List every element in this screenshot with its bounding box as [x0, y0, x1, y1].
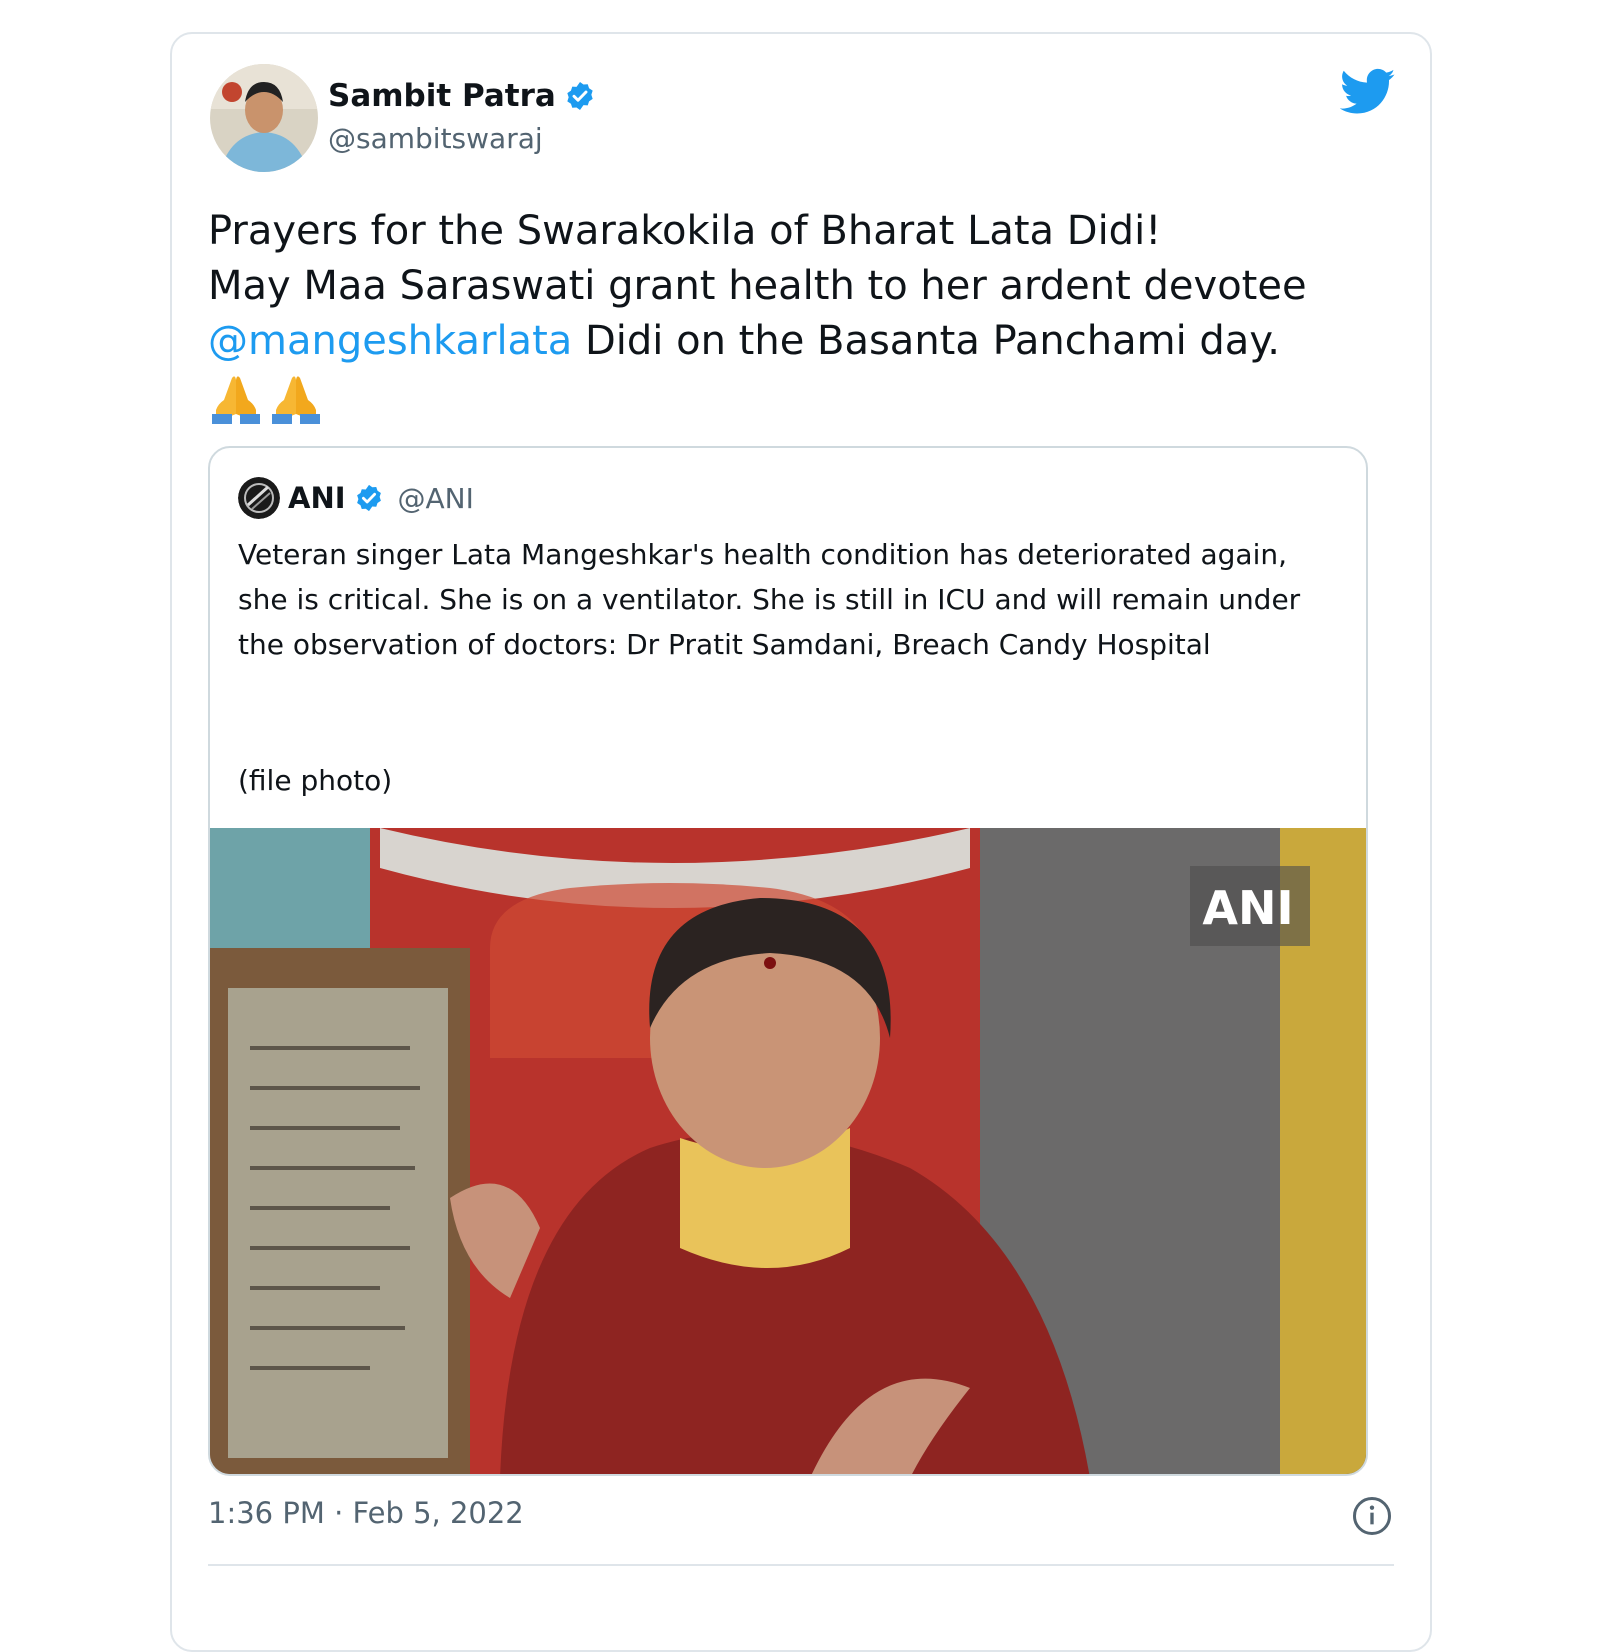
divider	[208, 1564, 1394, 1566]
twitter-bird-icon[interactable]	[1339, 68, 1396, 116]
folded-hands-emoji	[212, 376, 260, 424]
author-block: Sambit Patra @sambitswaraj	[328, 76, 596, 155]
quoted-tweet-text: Veteran singer Lata Mangeshkar's health …	[238, 538, 1301, 661]
tweet-text-line-2: May Maa Saraswati grant health to her ar…	[208, 263, 1307, 309]
quoted-author-name[interactable]: ANI	[288, 481, 346, 515]
author-avatar[interactable]	[210, 64, 318, 172]
quoted-author-handle[interactable]: @ANI	[398, 482, 474, 515]
author-name[interactable]: Sambit Patra	[328, 78, 556, 114]
quoted-tweet[interactable]: ANI @ANI Veteran singer Lata Mangeshkar'…	[208, 446, 1368, 1476]
tweet-timestamp[interactable]: 1:36 PM · Feb 5, 2022	[208, 1496, 524, 1530]
quoted-tweet-photo[interactable]: ANI	[210, 828, 1366, 1474]
tweet-text-line-3-rest: Didi on the Basanta Panchami day.	[572, 318, 1280, 364]
tweet-text: Prayers for the Swarakokila of Bharat La…	[208, 204, 1388, 369]
quoted-tweet-header: ANI @ANI	[238, 476, 474, 520]
quoted-author-avatar[interactable]	[238, 477, 280, 519]
mention-link[interactable]: @mangeshkarlata	[208, 318, 572, 364]
tweet-text-line-3: @mangeshkarlata Didi on the Basanta Panc…	[208, 314, 1388, 369]
photo-watermark: ANI	[1202, 881, 1293, 935]
verified-badge-icon	[567, 82, 593, 110]
emoji-row	[208, 370, 324, 426]
tweet-text-line-1: Prayers for the Swarakokila of Bharat La…	[208, 208, 1162, 254]
folded-hands-emoji	[272, 376, 320, 424]
quoted-tweet-note: (file photo)	[238, 764, 393, 797]
info-icon[interactable]	[1352, 1496, 1392, 1536]
author-handle[interactable]: @sambitswaraj	[328, 122, 596, 155]
tweet-card: Sambit Patra @sambitswaraj Prayers for t…	[170, 32, 1432, 1652]
verified-badge-icon	[356, 484, 381, 512]
